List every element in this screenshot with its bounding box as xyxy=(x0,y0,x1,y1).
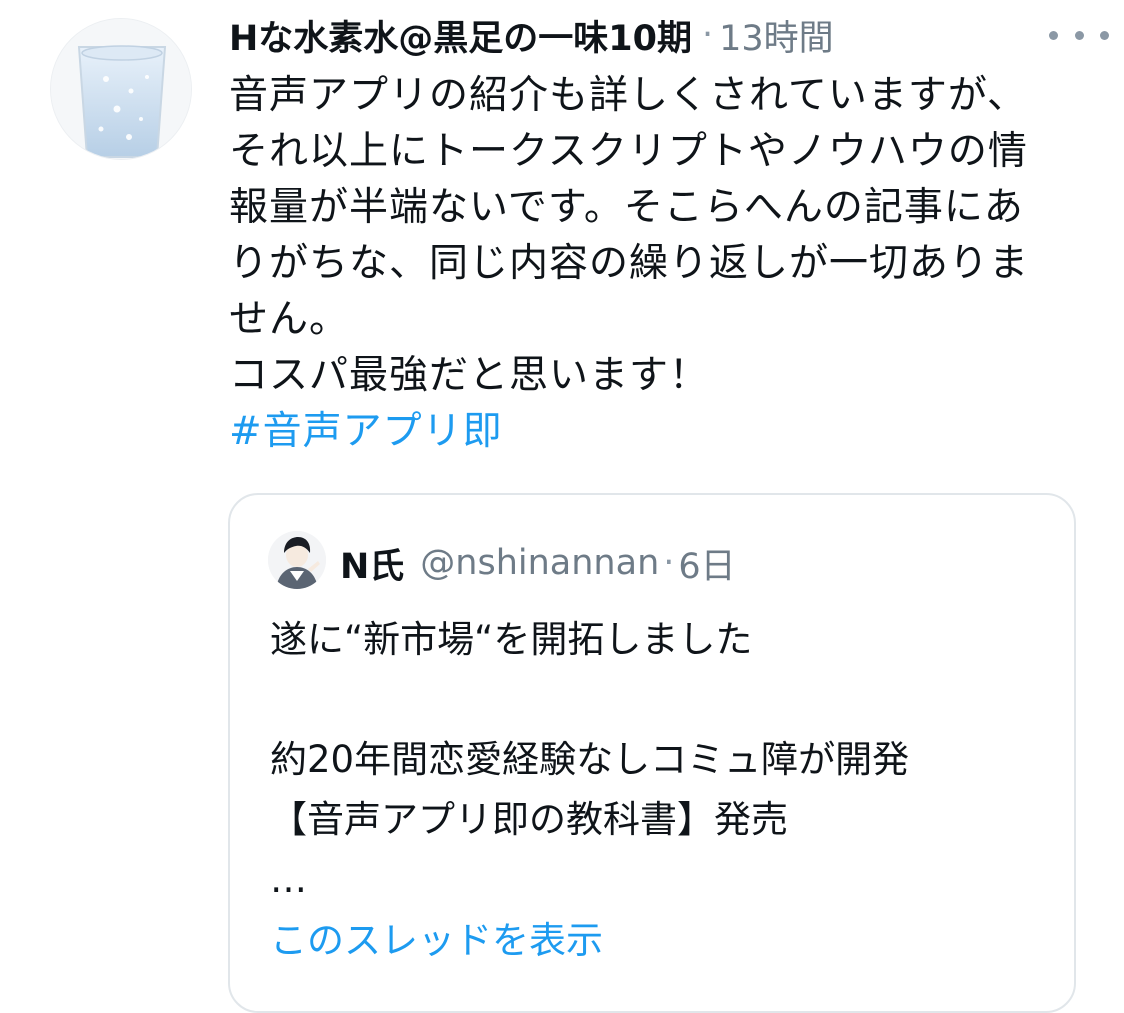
quoted-user-avatar[interactable] xyxy=(268,531,326,589)
tweet-text-line: せん。 xyxy=(229,297,350,342)
tweet-text: 音声アプリの紹介も詳しくされていますが、 それ以上にトークスクリプトやノウハウの… xyxy=(229,68,1089,460)
tweet-header: Hな水素水@黒足の一味10期 · 13時間 xyxy=(229,10,1109,60)
quoted-handle[interactable]: @nshinannan xyxy=(420,543,659,583)
water-glass-avatar-image xyxy=(51,19,191,159)
tweet-text-line: コスパ最強だと思います！ xyxy=(229,353,710,398)
more-horizontal-icon[interactable] xyxy=(1049,20,1109,50)
quoted-text-line: 遂に“新市場“を開拓しました xyxy=(270,618,753,661)
show-thread-link[interactable]: このスレッドを表示 xyxy=(270,910,603,964)
tweet-text-line: それ以上にトークスクリプトやノウハウの情 xyxy=(229,129,1028,174)
quoted-tweet[interactable]: N氏 @nshinannan · 6日 遂に“新市場“を開拓しました 約20年間… xyxy=(228,493,1076,1013)
display-name[interactable]: Hな水素水@黒足の一味10期 xyxy=(229,10,692,61)
user-avatar[interactable] xyxy=(50,18,192,160)
quoted-tweet-text: 遂に“新市場“を開拓しました 約20年間恋愛経験なしコミュ障が開発 【音声アプリ… xyxy=(270,610,1050,910)
separator-dot: · xyxy=(702,15,714,55)
hashtag-link[interactable]: #音声アプリ即 xyxy=(229,404,1089,460)
tweet-text-line: 音声アプリの紹介も詳しくされていますが、 xyxy=(229,73,1028,118)
tweet-text-line: りがちな、同じ内容の繰り返しが一切ありま xyxy=(229,241,1030,286)
quoted-timestamp[interactable]: 6日 xyxy=(678,538,735,589)
quoted-tweet-header: N氏 @nshinannan · 6日 xyxy=(340,535,736,591)
quoted-text-line: 約20年間恋愛経験なしコミュ障が開発 xyxy=(270,738,910,781)
quoted-display-name[interactable]: N氏 xyxy=(340,538,404,589)
quoted-text-line xyxy=(270,670,1050,730)
separator-dot: · xyxy=(663,543,675,583)
illustrated-person-avatar-image xyxy=(268,531,326,589)
quoted-text-line: 【音声アプリ即の教科書】発売 xyxy=(270,798,788,841)
quoted-text-line: … xyxy=(270,858,307,901)
timestamp[interactable]: 13時間 xyxy=(719,10,834,61)
tweet-text-line: 報量が半端ないです。そこらへんの記事にあ xyxy=(229,185,1024,230)
tweet[interactable]: Hな水素水@黒足の一味10期 · 13時間 音声アプリの紹介も詳しくされています… xyxy=(0,0,1124,1013)
